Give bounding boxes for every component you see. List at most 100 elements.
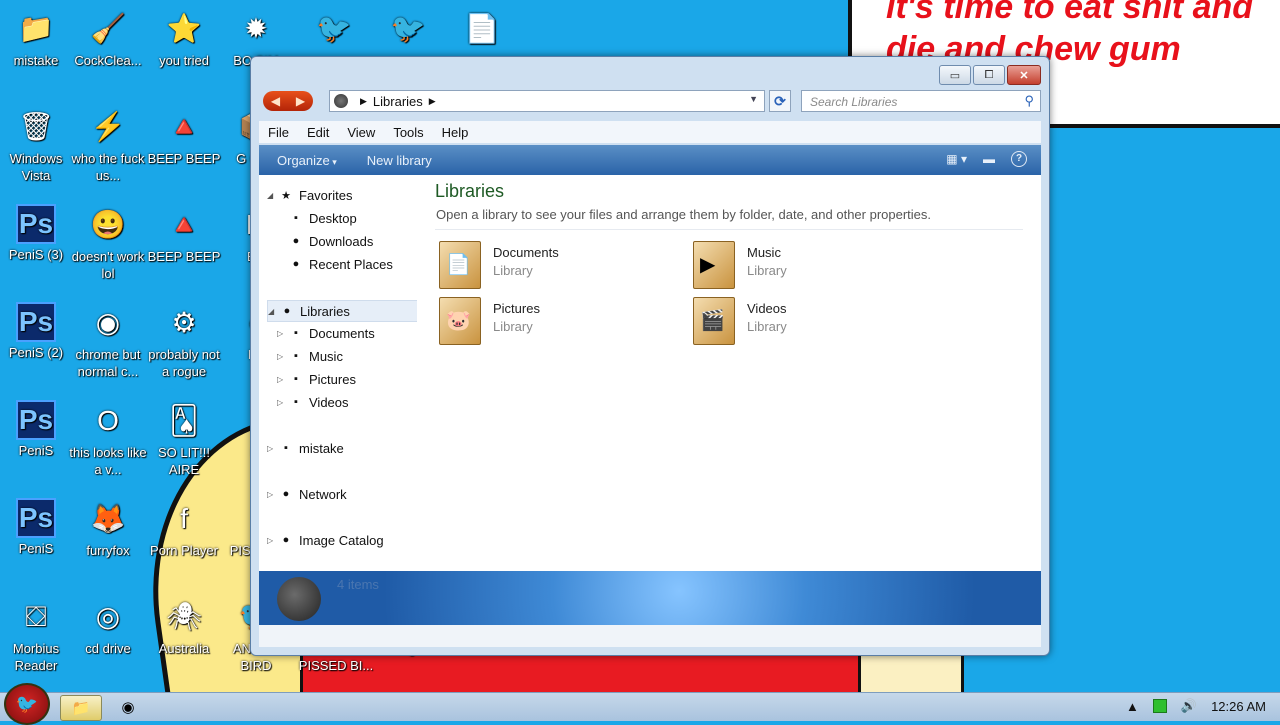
desktop-icon[interactable]: 🐦 <box>295 6 373 52</box>
taskbar-chrome-button[interactable]: ◉ <box>116 695 140 719</box>
nav-item-mistake[interactable]: ▷ ▪ mistake <box>267 438 344 458</box>
desktop-icon[interactable]: 📁 mistake <box>0 6 75 69</box>
desktop-icon[interactable]: ⭐ you tried <box>145 6 223 69</box>
program-icon: 🂡 <box>169 404 199 436</box>
expand-arrow-icon[interactable]: ▷ <box>277 398 287 407</box>
desktop-icon[interactable]: ◉ chrome but normal c... <box>69 300 147 380</box>
view-options-icon[interactable]: ▦ ▾ <box>946 152 967 166</box>
window-titlebar[interactable]: ▭ ⧠ ✕ <box>251 57 1049 89</box>
nav-item-music[interactable]: ▷ ▪ Music <box>277 346 343 366</box>
angry-bird-start-icon: 🐦 <box>15 693 39 714</box>
back-arrow-icon[interactable]: ◀ <box>271 94 280 108</box>
system-tray: ▲ 🔊 12:26 AM <box>1126 698 1266 714</box>
new-library-button[interactable]: New library <box>367 153 432 168</box>
nav-item-network[interactable]: ▷ ● Network <box>267 484 347 504</box>
nav-item-image-catalog[interactable]: ▷ ● Image Catalog <box>267 530 384 550</box>
nav-item-libraries[interactable]: ◢ ● Libraries <box>267 300 419 322</box>
desktop-icon[interactable]: Ps PeniS <box>0 496 75 557</box>
taskbar-explorer-button[interactable]: 📁 <box>60 695 102 721</box>
expand-arrow-icon[interactable]: ▷ <box>277 329 287 338</box>
maximize-button[interactable]: ⧠ <box>973 65 1005 85</box>
program-icon: 🕷 <box>166 600 202 632</box>
desktop-icon[interactable]: ⛋ Morbius Reader <box>0 594 75 674</box>
refresh-button[interactable]: ⟳ <box>769 90 791 112</box>
menu-help[interactable]: Help <box>442 125 469 140</box>
expand-arrow-icon[interactable]: ▷ <box>277 352 287 361</box>
search-icon[interactable]: ⚲ <box>1024 93 1034 109</box>
start-button[interactable]: 🐦 <box>4 683 50 725</box>
desktop-icon[interactable]: ◎ cd drive <box>69 594 147 657</box>
breadcrumb-chevron-icon[interactable]: ▶ <box>429 96 436 107</box>
nav-item-desktop[interactable]: ▪ Desktop <box>277 208 357 228</box>
desktop-icon[interactable]: 🂡 SO LIT!!! AIRE <box>145 398 223 478</box>
nav-item-documents[interactable]: ▷ ▪ Documents <box>277 323 375 343</box>
nav-item-videos[interactable]: ▷ ▪ Videos <box>277 392 349 412</box>
nav-item-label: Pictures <box>309 371 356 387</box>
desktop-icon[interactable]: 📄 <box>443 6 521 52</box>
menu-file[interactable]: File <box>268 125 289 140</box>
preview-pane-icon[interactable]: ▬ <box>983 152 995 166</box>
menu-edit[interactable]: Edit <box>307 125 329 140</box>
desktop-icon[interactable]: 🔺 BEEP BEEP <box>145 104 223 167</box>
program-icon: 📁 <box>18 12 54 44</box>
close-button[interactable]: ✕ <box>1007 65 1041 85</box>
libraries-orb-icon <box>334 94 348 108</box>
chrome-icon: ◉ <box>121 699 135 716</box>
address-bar[interactable]: ▶ Libraries ▶ ▼ <box>329 90 765 112</box>
desktop-icon[interactable]: ⚡ who the fuck us... <box>69 104 147 184</box>
photoshop-icon: Ps <box>16 498 56 538</box>
photoshop-icon: Ps <box>16 204 56 244</box>
desktop-icon[interactable]: f Porn Player <box>145 496 223 559</box>
library-item-music[interactable]: ▶ Music Library <box>693 241 933 291</box>
expand-arrow-icon[interactable]: ▷ <box>267 444 277 453</box>
address-dropdown-icon[interactable]: ▼ <box>749 94 758 104</box>
minimize-button[interactable]: ▭ <box>939 65 971 85</box>
nav-item-downloads[interactable]: ● Downloads <box>277 231 374 251</box>
nav-item-icon: ● <box>282 534 290 546</box>
library-item-videos[interactable]: 🎬 Videos Library <box>693 297 933 347</box>
desktop-icon[interactable]: Ps PeniS (2) <box>0 300 75 361</box>
desktop-icon[interactable]: Ps PeniS <box>0 398 75 459</box>
organize-button[interactable]: Organize <box>277 153 337 168</box>
library-icon: 📄 <box>439 241 481 289</box>
nav-item-pictures[interactable]: ▷ ▪ Pictures <box>277 369 356 389</box>
forward-arrow-icon[interactable]: ▶ <box>296 94 305 108</box>
menu-view[interactable]: View <box>347 125 375 140</box>
breadcrumb-libraries[interactable]: Libraries <box>373 94 423 109</box>
expand-arrow-icon[interactable]: ▷ <box>267 536 277 545</box>
menu-tools[interactable]: Tools <box>393 125 423 140</box>
desktop-icon[interactable]: 🗑 Windows Vista <box>0 104 75 184</box>
expand-arrow-icon[interactable]: ▷ <box>267 490 277 499</box>
search-input[interactable]: Search Libraries ⚲ <box>801 90 1041 112</box>
help-icon[interactable]: ? <box>1011 151 1027 167</box>
wallpaper-beige-box <box>858 652 964 692</box>
breadcrumb-separator-icon[interactable]: ▶ <box>360 96 367 107</box>
desktop-icon[interactable]: Othis looks like a v... <box>69 398 147 478</box>
nav-item-icon: ▪ <box>294 396 298 408</box>
desktop-icon[interactable]: 🔺 BEEP BEEP <box>145 202 223 265</box>
desktop-icon[interactable]: 😀 doesn't work lol <box>69 202 147 282</box>
desktop-icon[interactable]: 🐦 <box>369 6 447 52</box>
library-name: Music <box>747 245 781 260</box>
desktop-icon-label: you tried <box>159 53 209 68</box>
desktop-icon[interactable]: 🦊 furryfox <box>69 496 147 559</box>
expand-arrow-icon[interactable]: ▷ <box>277 375 287 384</box>
network-icon[interactable] <box>1152 699 1167 713</box>
library-glyph-icon: 🐷 <box>446 310 471 332</box>
show-hidden-icons-button[interactable]: ▲ <box>1126 699 1139 714</box>
library-item-documents[interactable]: 📄 Documents Library <box>439 241 679 291</box>
back-forward-buttons[interactable]: ◀ ▶ <box>263 91 313 111</box>
collapse-arrow-icon[interactable]: ◢ <box>267 191 277 200</box>
library-glyph-icon: ▶ <box>700 254 716 276</box>
desktop-icon[interactable]: Ps PeniS (3) <box>0 202 75 263</box>
desktop-icon[interactable]: 🧹 CockClea... <box>69 6 147 69</box>
library-type: Library <box>493 263 533 278</box>
clock[interactable]: 12:26 AM <box>1211 699 1266 714</box>
library-item-pictures[interactable]: 🐷 Pictures Library <box>439 297 679 347</box>
nav-item-recent-places[interactable]: ● Recent Places <box>277 254 393 274</box>
nav-item-favorites[interactable]: ◢ ★ Favorites <box>267 185 352 205</box>
collapse-arrow-icon[interactable]: ◢ <box>268 307 278 316</box>
desktop-icon[interactable]: ⚙ probably not a rogue <box>145 300 223 380</box>
volume-icon[interactable]: 🔊 <box>1181 698 1197 714</box>
desktop-icon[interactable]: 🕷 Australia <box>145 594 223 657</box>
